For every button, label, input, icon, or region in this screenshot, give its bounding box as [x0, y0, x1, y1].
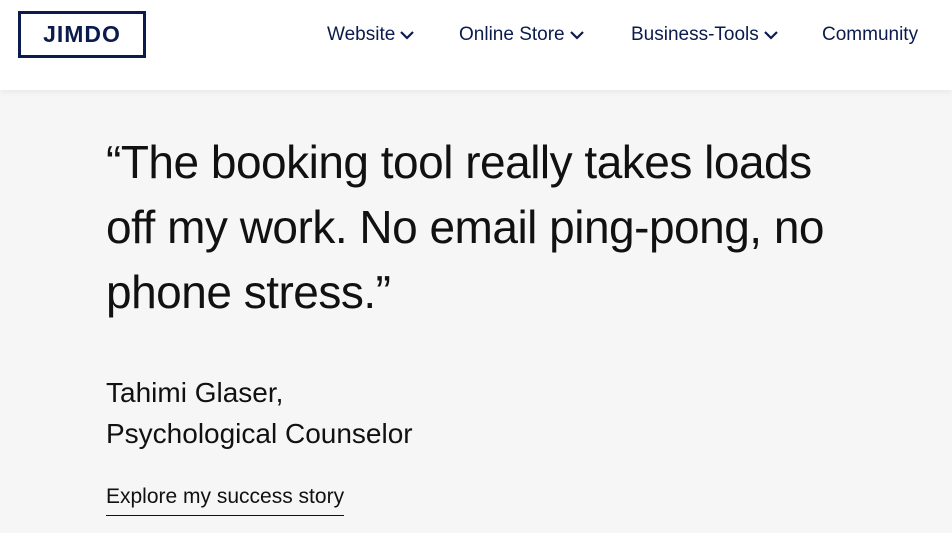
nav-business-tools[interactable]: Business-Tools: [631, 20, 779, 50]
nav-online-store[interactable]: Online Store: [459, 20, 585, 50]
testimonial-quote: “The booking tool really takes loads off…: [106, 136, 825, 318]
chevron-down-icon: [763, 27, 779, 43]
chevron-down-icon: [399, 27, 415, 43]
success-story-link[interactable]: Explore my success story: [106, 482, 345, 516]
testimonial-author: Tahimi Glaser, Psychological Counselor: [106, 372, 413, 454]
nav-community-label: Community: [822, 24, 919, 45]
nav-website-label: Website: [327, 24, 396, 45]
jimdo-logo[interactable]: JIMDO: [18, 11, 146, 58]
author-title: Psychological Counselor: [106, 418, 413, 449]
nav-community[interactable]: Community: [822, 20, 918, 50]
author-name: Tahimi Glaser,: [106, 377, 284, 408]
chevron-down-icon: [569, 27, 585, 43]
nav-business-tools-label: Business-Tools: [631, 24, 759, 45]
nav-online-store-label: Online Store: [459, 24, 565, 45]
nav-website[interactable]: Website: [327, 20, 415, 50]
site-header: JIMDO Website Online Store Business-Tool…: [0, 0, 952, 90]
